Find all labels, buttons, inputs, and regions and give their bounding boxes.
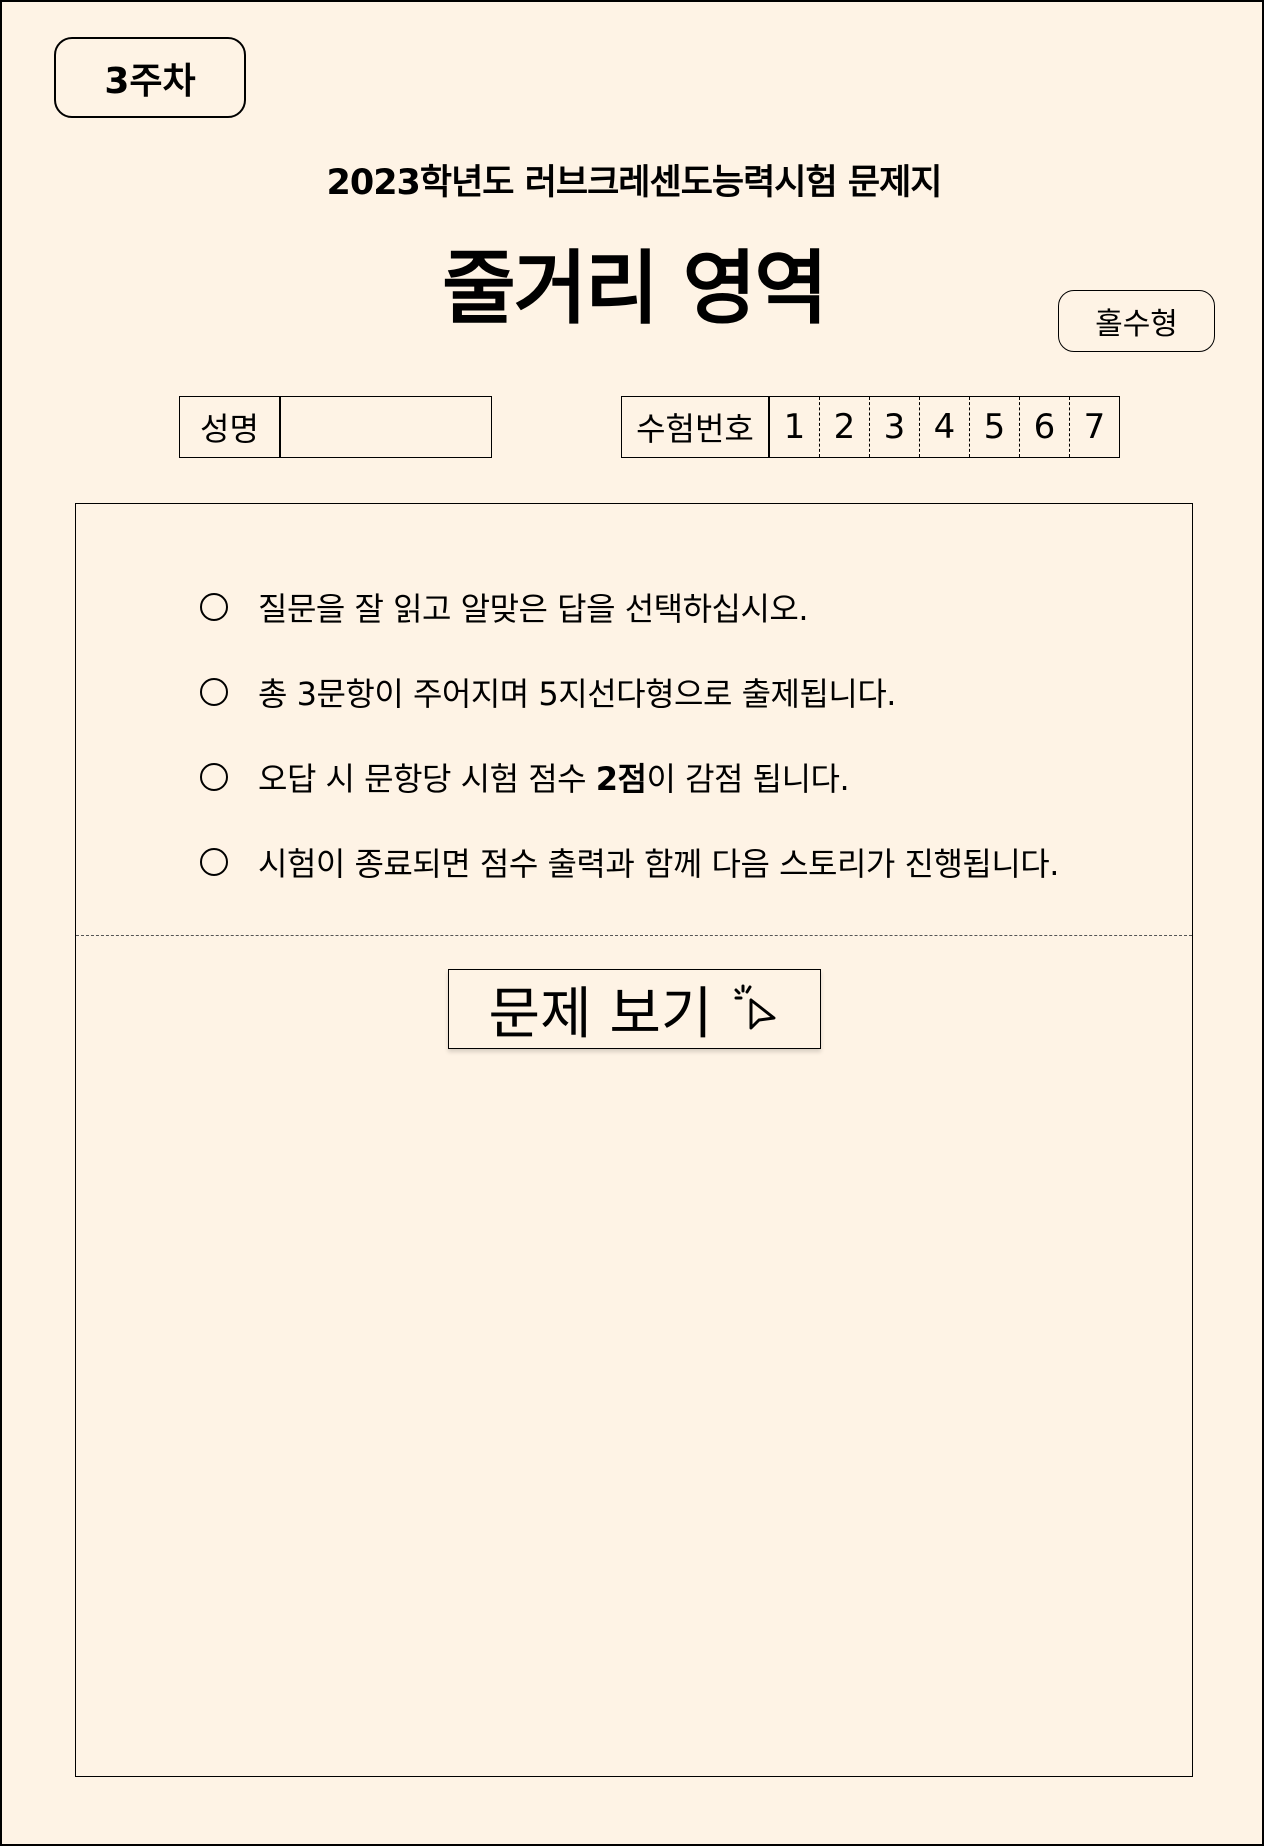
exam-digit: 5: [970, 397, 1020, 457]
instruction-item: 총 3문항이 주어지며 5지선다형으로 출제됩니다.: [200, 669, 896, 715]
instruction-item: 질문을 잘 읽고 알맞은 답을 선택하십시오.: [200, 584, 809, 630]
instruction-text-part: 이 감점 됩니다.: [646, 760, 850, 798]
button-label: 문제 보기: [488, 981, 713, 1047]
instructions-panel: 질문을 잘 읽고 알맞은 답을 선택하십시오. 총 3문항이 주어지며 5지선다…: [75, 503, 1193, 1777]
instruction-text: 오답 시 문항당 시험 점수 2점이 감점 됩니다.: [258, 754, 850, 800]
exam-digit: 7: [1083, 407, 1106, 447]
exam-number-box: 수험번호 1 2 3 4 5 6 7: [621, 396, 1120, 458]
name-field-box: 성명: [179, 396, 492, 458]
exam-digit: 4: [920, 397, 970, 457]
instruction-item: 시험이 종료되면 점수 출력과 함께 다음 스토리가 진행됩니다.: [200, 839, 1059, 885]
week-badge: 3주차: [54, 37, 246, 118]
exam-digit: 1: [770, 397, 820, 457]
type-badge: 홀수형: [1058, 290, 1215, 352]
exam-number-label: 수험번호: [622, 397, 770, 457]
circle-bullet-icon: [200, 678, 228, 706]
penalty-points: 2점: [595, 760, 647, 798]
name-label: 성명: [180, 397, 281, 457]
dashed-divider: [76, 935, 1192, 936]
circle-bullet-icon: [200, 848, 228, 876]
instruction-text-part: 오답 시 문항당 시험 점수: [258, 760, 596, 798]
exam-subtitle: 2023학년도 러브크레센도능력시험 문제지: [326, 163, 943, 203]
instruction-text: 총 3문항이 주어지며 5지선다형으로 출제됩니다.: [258, 675, 896, 713]
exam-digit: 3: [870, 397, 920, 457]
exam-sheet: 3주차 2023학년도 러브크레센도능력시험 문제지 줄거리 영역 홀수형 성명…: [0, 0, 1264, 1846]
instruction-text: 시험이 종료되면 점수 출력과 함께 다음 스토리가 진행됩니다.: [258, 845, 1059, 883]
cursor-click-icon: [734, 984, 776, 1030]
instruction-text: 질문을 잘 읽고 알맞은 답을 선택하십시오.: [258, 590, 809, 628]
exam-digit: 6: [1020, 397, 1070, 457]
name-field[interactable]: [281, 397, 491, 457]
circle-bullet-icon: [200, 763, 228, 791]
circle-bullet-icon: [200, 593, 228, 621]
exam-digit: 2: [820, 397, 870, 457]
view-questions-button[interactable]: 문제 보기: [448, 969, 821, 1049]
instruction-item: 오답 시 문항당 시험 점수 2점이 감점 됩니다.: [200, 754, 850, 800]
